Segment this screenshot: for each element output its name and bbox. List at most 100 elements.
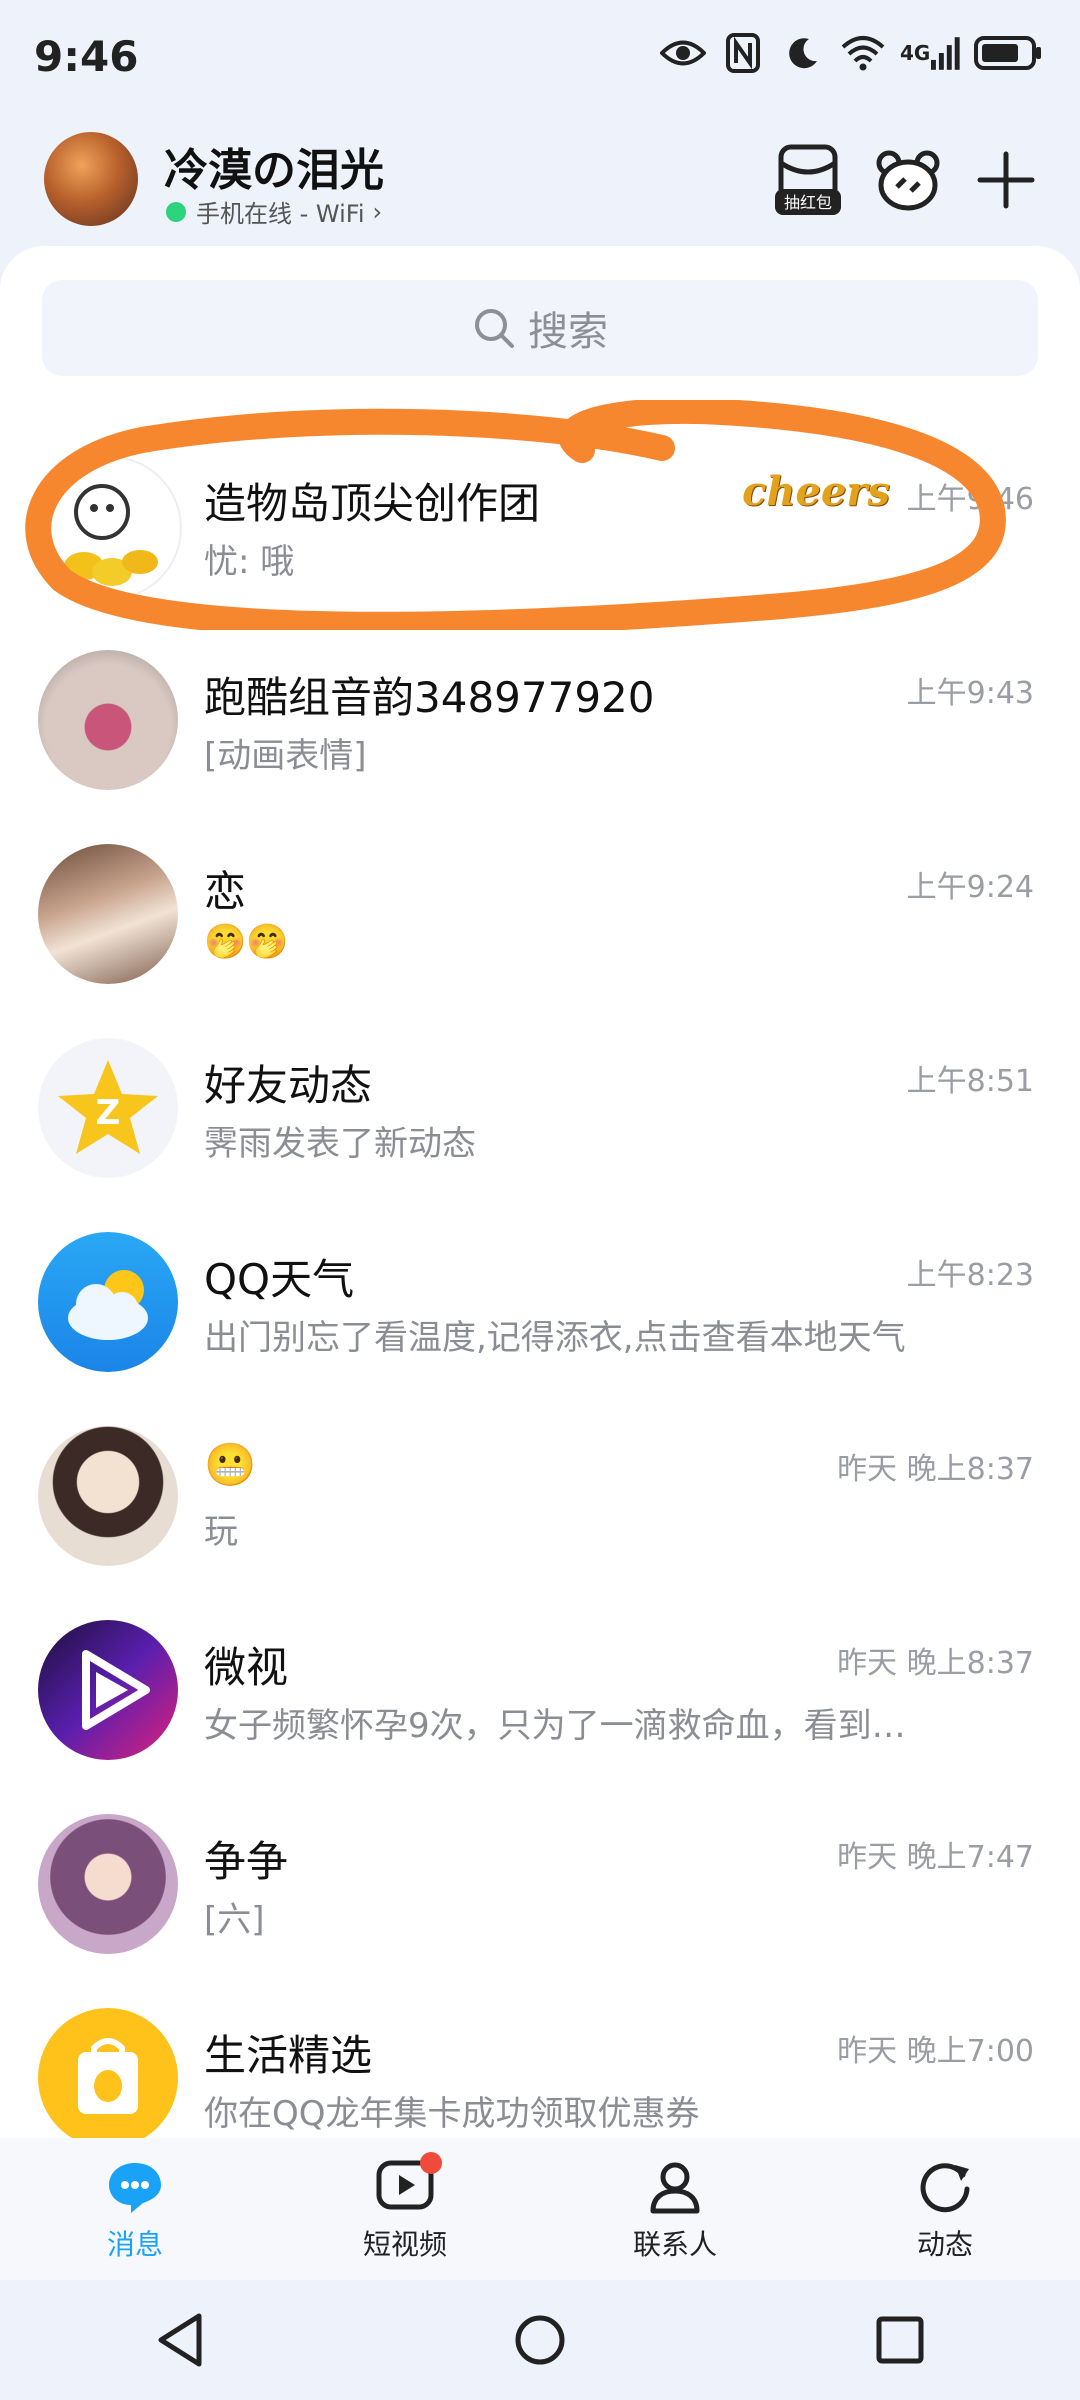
chat-time: 昨天 晚上7:00 xyxy=(837,2034,1034,2069)
chat-avatar: Z xyxy=(38,1038,178,1178)
nfc-icon xyxy=(720,30,766,76)
chat-preview: 🤭🤭 xyxy=(204,922,289,962)
back-icon xyxy=(158,2313,202,2367)
chevron-right-icon: › xyxy=(372,197,383,226)
bottom-tab-bar: 消息 短视频 联系人 动态 xyxy=(0,2138,1080,2280)
chat-avatar xyxy=(38,1814,178,1954)
chat-time: 上午9:46 xyxy=(906,482,1034,517)
play-icon xyxy=(82,1650,150,1730)
red-packet-button[interactable]: 抽红包 xyxy=(768,140,848,220)
tab-label: 短视频 xyxy=(362,2228,447,2261)
cheers-sticker: cheers xyxy=(742,468,890,515)
add-button[interactable] xyxy=(966,140,1046,220)
notification-badge xyxy=(420,2152,442,2174)
chat-list: 造物岛顶尖创作团 忧: 哦 cheers 上午9:46 跑酷组音韵3489779… xyxy=(0,400,1080,2138)
chat-avatar xyxy=(38,2008,178,2138)
chat-avatar xyxy=(38,1232,178,1372)
bear-icon xyxy=(876,150,940,211)
online-dot xyxy=(166,201,186,222)
chat-preview: 玩 xyxy=(204,1512,238,1552)
chat-avatar xyxy=(38,456,182,600)
online-status-text: 手机在线 - WiFi xyxy=(196,200,365,228)
search-bar[interactable]: 搜索 xyxy=(42,280,1038,376)
chat-row[interactable]: 跑酷组音韵348977920 [动画表情] 上午9:43 xyxy=(0,624,1080,818)
wifi-icon xyxy=(840,30,886,76)
chat-row[interactable]: Z 好友动态 霁雨发表了新动态 上午8:51 xyxy=(0,1012,1080,1206)
bear-button[interactable] xyxy=(868,140,948,220)
chat-row[interactable]: 生活精选 你在QQ龙年集卡成功领取优惠券 昨天 晚上7:00 xyxy=(0,1982,1080,2138)
chat-title: 😬 xyxy=(204,1440,257,1489)
chat-row[interactable]: 造物岛顶尖创作团 忧: 哦 cheers 上午9:46 xyxy=(0,400,1080,630)
message-panel: 搜索 造物岛顶尖创作团 忧: 哦 cheers 上午9:46 跑酷组音韵3489… xyxy=(0,246,1080,2138)
red-packet-icon: 抽红包 xyxy=(775,144,841,215)
tab-short-video[interactable]: 短视频 xyxy=(270,2138,540,2280)
chat-preview: 女子频繁怀孕9次，只为了一滴救命血，看到… xyxy=(204,1706,906,1746)
user-name[interactable]: 冷漠の泪光 xyxy=(164,134,384,198)
chat-title: 生活精选 xyxy=(204,2031,373,2080)
chat-avatar xyxy=(38,650,178,790)
moments-icon xyxy=(913,2155,977,2219)
chat-time: 昨天 晚上8:37 xyxy=(837,1646,1034,1681)
star-icon: Z xyxy=(58,1060,158,1154)
status-time: 9:46 xyxy=(34,32,139,81)
back-button[interactable] xyxy=(140,2300,220,2380)
tab-moments[interactable]: 动态 xyxy=(810,2138,1080,2280)
home-icon xyxy=(515,2315,565,2365)
user-avatar[interactable] xyxy=(44,132,138,226)
status-icons: 4G xyxy=(660,30,1044,76)
tab-label: 动态 xyxy=(916,2228,973,2261)
plus-icon xyxy=(977,151,1035,209)
chat-time: 昨天 晚上8:37 xyxy=(837,1452,1034,1487)
network-label: 4G xyxy=(900,41,931,65)
chat-avatar xyxy=(38,1426,178,1566)
search-placeholder: 搜索 xyxy=(528,309,608,355)
tab-messages[interactable]: 消息 xyxy=(0,2138,270,2280)
chat-preview: [六] xyxy=(204,1900,265,1940)
online-status[interactable]: 手机在线 - WiFi › xyxy=(166,194,382,229)
chat-title: 造物岛顶尖创作团 xyxy=(204,479,541,528)
chat-title: 跑酷组音韵348977920 xyxy=(204,673,655,722)
chat-preview: [动画表情] xyxy=(204,736,367,776)
chat-avatar xyxy=(38,844,178,984)
chat-title: 争争 xyxy=(204,1837,289,1886)
status-bar: 9:46 4G xyxy=(0,0,1080,118)
chat-title: 好友动态 xyxy=(204,1061,373,1110)
chat-title: QQ天气 xyxy=(204,1255,355,1304)
search-icon xyxy=(475,309,514,348)
chat-time: 上午9:24 xyxy=(906,870,1034,905)
eye-icon xyxy=(660,30,706,76)
chat-title: 恋 xyxy=(204,867,247,916)
home-button[interactable] xyxy=(500,2300,580,2380)
tab-label: 联系人 xyxy=(632,2228,717,2261)
chat-preview: 出门别忘了看温度,记得添衣,点击查看本地天气 xyxy=(204,1318,906,1358)
chat-title: 微视 xyxy=(204,1643,289,1692)
shopping-bag-icon xyxy=(78,2038,138,2114)
chat-preview: 霁雨发表了新动态 xyxy=(204,1124,476,1164)
signal-icon: 4G xyxy=(900,30,960,76)
tab-label: 消息 xyxy=(106,2228,163,2261)
moon-icon xyxy=(780,30,826,76)
weather-icon xyxy=(68,1270,148,1340)
header: 冷漠の泪光 手机在线 - WiFi › 抽红包 xyxy=(0,118,1080,248)
chat-avatar xyxy=(38,1620,178,1760)
chat-row[interactable]: 微视 女子频繁怀孕9次，只为了一滴救命血，看到… 昨天 晚上8:37 xyxy=(0,1594,1080,1788)
message-icon xyxy=(103,2155,167,2219)
chat-row[interactable]: 争争 [六] 昨天 晚上7:47 xyxy=(0,1788,1080,1982)
chat-preview: 你在QQ龙年集卡成功领取优惠券 xyxy=(204,2094,700,2134)
recents-button[interactable] xyxy=(860,2300,940,2380)
chat-time: 上午8:51 xyxy=(906,1064,1034,1099)
chat-row[interactable]: 😬 玩 昨天 晚上8:37 xyxy=(0,1400,1080,1594)
chat-preview: 忧: 哦 xyxy=(204,542,295,582)
battery-icon xyxy=(974,30,1044,76)
chat-time: 上午8:23 xyxy=(906,1258,1034,1293)
tab-contacts[interactable]: 联系人 xyxy=(540,2138,810,2280)
svg-text:抽红包: 抽红包 xyxy=(784,193,832,212)
chat-row[interactable]: 恋 🤭🤭 上午9:24 xyxy=(0,818,1080,1012)
system-nav-bar xyxy=(0,2280,1080,2400)
svg-text:Z: Z xyxy=(96,1093,121,1133)
chat-row[interactable]: QQ天气 出门别忘了看温度,记得添衣,点击查看本地天气 上午8:23 xyxy=(0,1206,1080,1400)
chat-time: 昨天 晚上7:47 xyxy=(837,1840,1034,1875)
contacts-icon xyxy=(643,2155,707,2219)
chat-time: 上午9:43 xyxy=(906,676,1034,711)
recents-icon xyxy=(876,2316,924,2364)
